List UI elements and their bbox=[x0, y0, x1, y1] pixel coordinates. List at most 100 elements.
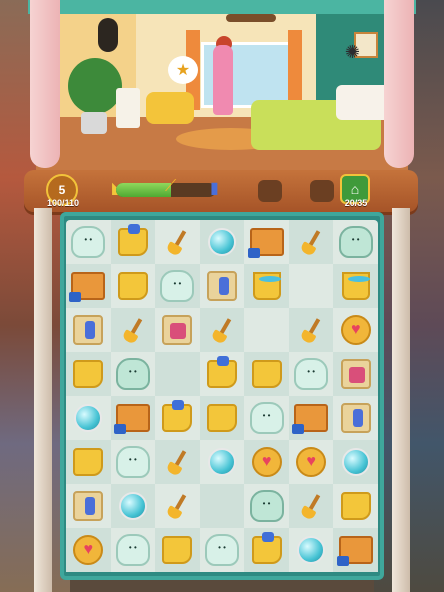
board-cell[interactable] bbox=[66, 484, 111, 528]
dust-monster-item[interactable] bbox=[249, 490, 284, 522]
crystal-orb-item[interactable] bbox=[297, 536, 326, 564]
board-cell[interactable] bbox=[155, 352, 200, 396]
dustpan-item[interactable] bbox=[73, 448, 104, 476]
dust-bunny-item[interactable] bbox=[249, 402, 284, 434]
broom-item[interactable] bbox=[298, 228, 324, 256]
request-bubble-icon[interactable]: ★ bbox=[168, 56, 198, 84]
board-cell[interactable] bbox=[244, 264, 289, 308]
board-cell[interactable] bbox=[155, 396, 200, 440]
dust-bunny-item[interactable] bbox=[71, 226, 106, 258]
board-cell[interactable] bbox=[111, 440, 156, 484]
dustpan-item[interactable] bbox=[251, 360, 282, 388]
character[interactable] bbox=[213, 45, 233, 115]
broom-item[interactable] bbox=[164, 492, 190, 520]
board-cell[interactable] bbox=[244, 220, 289, 264]
board-cell[interactable] bbox=[288, 308, 334, 352]
board-cell[interactable] bbox=[155, 484, 200, 528]
board-cell[interactable] bbox=[244, 308, 289, 352]
board-cell[interactable] bbox=[333, 220, 378, 264]
dustpan-item[interactable] bbox=[162, 536, 193, 564]
board-cell[interactable] bbox=[333, 528, 378, 572]
heart-mirror-item[interactable] bbox=[73, 535, 104, 565]
dustpan-item[interactable] bbox=[340, 492, 371, 520]
spray-bottle-item[interactable] bbox=[340, 403, 371, 433]
spray-bottle-item[interactable] bbox=[73, 315, 104, 345]
board-cell[interactable] bbox=[199, 308, 245, 352]
board-cell[interactable] bbox=[244, 396, 289, 440]
board-cell[interactable] bbox=[244, 484, 289, 528]
board-cell[interactable] bbox=[111, 352, 156, 396]
board-cell[interactable] bbox=[288, 396, 334, 440]
spray-bottle-item[interactable] bbox=[73, 491, 104, 521]
board-cell[interactable] bbox=[110, 396, 156, 440]
board-cell[interactable] bbox=[200, 440, 245, 484]
dust-monster-item[interactable] bbox=[115, 358, 150, 390]
broom-item[interactable] bbox=[298, 492, 324, 520]
board-cell[interactable] bbox=[66, 308, 111, 352]
board-cell[interactable] bbox=[66, 264, 111, 308]
board-cell[interactable] bbox=[66, 352, 111, 396]
heart-mirror-item[interactable] bbox=[251, 447, 282, 477]
toolbox-item[interactable] bbox=[292, 404, 329, 434]
toolbox-item[interactable] bbox=[336, 536, 373, 566]
dust-bunny-item[interactable] bbox=[115, 534, 150, 566]
dust-bunny-item[interactable] bbox=[294, 358, 329, 390]
heart-mirror-item[interactable] bbox=[340, 315, 371, 345]
board-cell[interactable] bbox=[66, 396, 111, 440]
dustpan-item[interactable] bbox=[117, 272, 148, 300]
dustpan-item[interactable] bbox=[206, 404, 237, 432]
toolbox-item[interactable] bbox=[113, 404, 150, 434]
board-cell[interactable] bbox=[110, 220, 156, 264]
board-cell[interactable] bbox=[289, 352, 334, 396]
broom-item[interactable] bbox=[164, 448, 190, 476]
board-cell[interactable] bbox=[110, 484, 156, 528]
dust-bunny-item[interactable] bbox=[204, 534, 239, 566]
board-cell[interactable] bbox=[199, 396, 245, 440]
board-cell[interactable] bbox=[200, 528, 245, 572]
board-cell[interactable] bbox=[333, 308, 378, 352]
toolbox-item[interactable] bbox=[69, 272, 106, 302]
board-cell[interactable] bbox=[155, 264, 200, 308]
crystal-orb-item[interactable] bbox=[207, 228, 236, 256]
dust-monster-item[interactable] bbox=[338, 226, 373, 258]
crystal-orb-item[interactable] bbox=[118, 492, 147, 520]
board-cell[interactable] bbox=[289, 440, 334, 484]
board-cell[interactable] bbox=[155, 440, 200, 484]
crystal-orb-item[interactable] bbox=[207, 448, 236, 476]
toolbox-item[interactable] bbox=[247, 228, 284, 258]
broom-item[interactable] bbox=[209, 316, 235, 344]
paint-can-item[interactable] bbox=[340, 359, 371, 389]
crystal-orb-item[interactable] bbox=[341, 448, 370, 476]
dustpan-sponge-item[interactable] bbox=[162, 400, 193, 432]
board-cell[interactable] bbox=[244, 528, 289, 572]
spray-bottle-item[interactable] bbox=[206, 271, 237, 301]
board-cell[interactable] bbox=[244, 352, 289, 396]
board-cell[interactable] bbox=[288, 220, 334, 264]
dustpan-sponge-item[interactable] bbox=[251, 532, 282, 564]
dustpan-sponge-item[interactable] bbox=[206, 356, 237, 388]
board-cell[interactable] bbox=[289, 264, 334, 308]
board-cell[interactable] bbox=[199, 220, 245, 264]
broom-item[interactable] bbox=[164, 228, 190, 256]
heart-mirror-item[interactable] bbox=[296, 447, 327, 477]
board-cell[interactable] bbox=[333, 352, 378, 396]
dust-bunny-item[interactable] bbox=[160, 270, 195, 302]
board-cell[interactable] bbox=[155, 308, 200, 352]
dustpan-item[interactable] bbox=[73, 360, 104, 388]
dustpan-sponge-item[interactable] bbox=[117, 224, 148, 256]
armchair[interactable] bbox=[146, 92, 194, 124]
potted-plant[interactable] bbox=[68, 58, 122, 114]
board-cell[interactable] bbox=[289, 528, 334, 572]
board-cell[interactable] bbox=[333, 484, 378, 528]
board-cell[interactable] bbox=[200, 264, 245, 308]
board-cell[interactable] bbox=[333, 440, 378, 484]
board-cell[interactable] bbox=[111, 264, 156, 308]
board-cell[interactable] bbox=[333, 264, 378, 308]
dust-bunny-item[interactable] bbox=[115, 446, 150, 478]
board-cell[interactable] bbox=[244, 440, 289, 484]
board-cell[interactable] bbox=[110, 308, 156, 352]
board-cell[interactable] bbox=[66, 528, 111, 572]
board-cell[interactable] bbox=[199, 484, 245, 528]
board-cell[interactable] bbox=[288, 484, 334, 528]
paint-can-item[interactable] bbox=[162, 315, 193, 345]
